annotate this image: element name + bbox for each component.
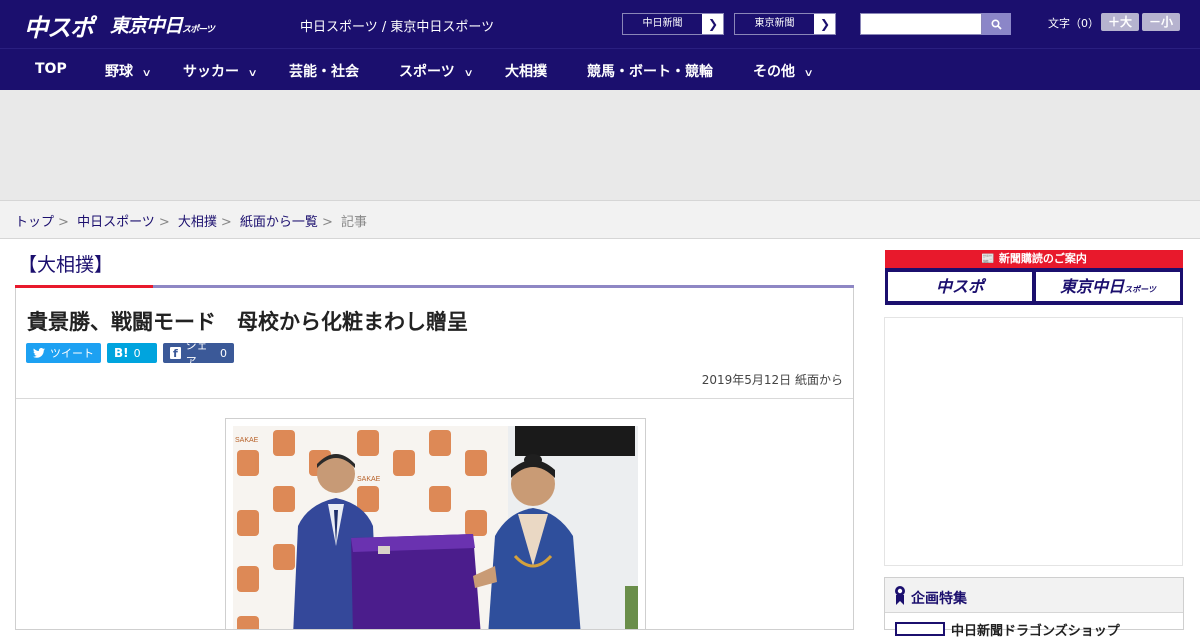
article-divider [16,398,853,399]
nav-item-soccer[interactable]: サッカー ∨ [183,61,258,81]
font-larger-button[interactable]: ＋大 [1101,13,1139,31]
breadcrumb-separator: > [158,215,170,230]
breadcrumb-separator: > [321,215,333,230]
subscription-caption-text: 新聞購読のご案内 [998,252,1087,265]
photo-illustration: SAKAE SAKAE [233,426,638,629]
breadcrumb-separator: > [58,215,69,230]
search-input[interactable] [860,13,982,35]
nav-label: スポーツ [399,64,455,80]
tweet-button[interactable]: ツイート [26,343,101,363]
feature-item-thumbnail[interactable] [895,622,945,636]
nav-label: サッカー [183,64,239,80]
chuspo-logo[interactable]: 中スポ [24,8,94,43]
breadcrumb-print-list[interactable]: 紙面から一覧 [240,215,318,230]
chevron-right-icon: ❯ [707,17,719,31]
facebook-icon: f [170,347,181,360]
ad-banner-area [0,90,1200,200]
facebook-share-button[interactable]: f シェア 0 [163,339,234,368]
tokyo-chunichi-logo[interactable]: 東京中日スポーツ [110,11,215,38]
tokyo-logo-text: 東京中日 [110,15,183,37]
ext-link-label: 中日新聞 [623,14,703,34]
main-nav: TOP 野球 ∨ サッカー ∨ 芸能・社会 スポーツ ∨ 大相撲 競馬・ボート・競輪 … [0,48,1200,90]
search-icon [991,18,1002,30]
chevron-right-icon: ❯ [819,17,831,31]
chevron-down-icon: ∨ [463,68,474,79]
nav-label: その他 [753,64,795,80]
photo-scene: SAKAE SAKAE [233,426,638,629]
facebook-count: 0 [220,346,227,360]
photo-sponsor-text: SAKAE [235,437,259,444]
nav-item-baseball[interactable]: 野球 ∨ [105,61,152,81]
subscribe-chuspo-link[interactable]: 中スポ [888,272,1032,301]
site-title: 中日スポーツ / 東京中日スポーツ [300,20,495,35]
subscribe-tokyo-link[interactable]: 東京中日スポーツ [1036,272,1180,301]
article-category: 【大相撲】 [18,254,114,276]
breadcrumb-sumo[interactable]: 大相撲 [178,215,217,230]
nav-label: 競馬・ボート・競輪 [587,64,713,80]
breadcrumb-current: 記事 [340,215,367,230]
hatena-bookmark-button[interactable]: B! 0 [107,343,157,363]
nav-label: 大相撲 [505,64,547,80]
nav-label: 野球 [105,64,133,80]
nav-item-entertainment[interactable]: 芸能・社会 [289,61,359,81]
feature-panel-header: 企画特集 [885,578,1183,613]
chevron-down-icon: ∨ [141,68,152,79]
tokyo-logo-sub: スポーツ [182,25,215,35]
nav-label: TOP [35,61,67,77]
site-header: 中スポ 東京中日スポーツ 中日スポーツ / 東京中日スポーツ 中日新聞 ❯ 東京… [0,0,1200,48]
nav-item-other[interactable]: その他 ∨ [753,61,814,81]
hatena-icon: B! [114,346,129,360]
article-photo[interactable]: SAKAE SAKAE [225,418,646,630]
subscription-caption: 📰 新聞購読のご案内 [885,250,1183,268]
chunichi-shimbun-link[interactable]: 中日新聞 ❯ [622,13,724,35]
breadcrumb: トップ > 中日スポーツ > 大相撲 > 紙面から一覧 > 記事 [0,200,1200,239]
tokyo-shimbun-link[interactable]: 東京新聞 ❯ [734,13,836,35]
sidebar-ad-slot [884,317,1183,566]
article-dateline: 2019年5月12日 紙面から [701,373,843,387]
subscribe-tokyo-sub: スポーツ [1124,285,1156,294]
font-smaller-button[interactable]: －小 [1142,13,1180,31]
subscription-banner[interactable]: 📰 新聞購読のご案内 中スポ 東京中日スポーツ [885,250,1183,305]
breadcrumb-separator: > [220,215,232,230]
feature-panel-title: 企画特集 [911,591,967,607]
facebook-share-label: シェア [185,339,208,368]
chevron-down-icon: ∨ [247,68,258,79]
nav-item-top[interactable]: TOP [35,61,67,77]
search-button[interactable] [982,13,1011,35]
subscribe-tokyo-text: 東京中日 [1060,277,1125,296]
tweet-label: ツイート [50,347,94,360]
chevron-down-icon: ∨ [803,68,814,79]
newspaper-icon: 📰 [981,252,995,265]
twitter-icon [33,348,45,358]
hatena-count: 0 [133,346,141,360]
breadcrumb-chunichi-sports[interactable]: 中日スポーツ [77,215,155,230]
article-headline: 貴景勝、戦闘モード 母校から化粧まわし贈呈 [27,310,468,334]
font-size-label: 文字（0） [1048,17,1099,30]
nav-item-sumo[interactable]: 大相撲 [505,61,547,81]
ext-link-label: 東京新聞 [735,14,815,34]
photo-sponsor-text: SAKAE [357,476,381,483]
feature-panel: 企画特集 中日新聞ドラゴンズショップ [884,577,1184,639]
nav-item-sports[interactable]: スポーツ ∨ [399,61,474,81]
nav-label: 芸能・社会 [289,64,359,80]
breadcrumb-top[interactable]: トップ [15,215,54,230]
ribbon-icon [895,586,905,605]
nav-item-racing[interactable]: 競馬・ボート・競輪 [587,61,713,81]
